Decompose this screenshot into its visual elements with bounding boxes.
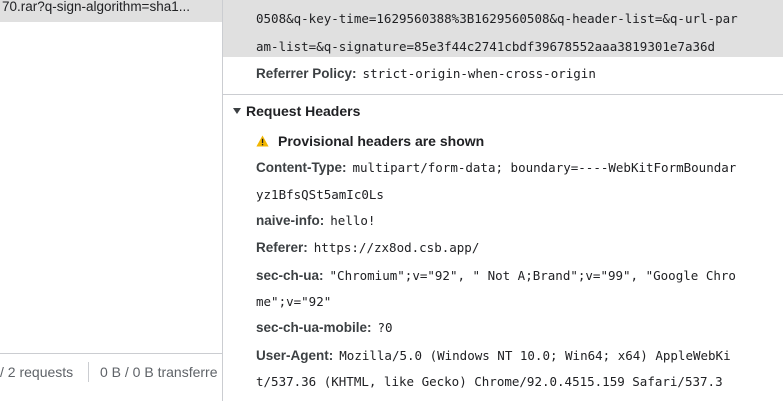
header-value-continuation: t/537.36 (KHTML, like Gecko) Chrome/92.0… (256, 374, 723, 389)
header-key: Content-Type: (256, 160, 347, 175)
request-count: / 2 requests (0, 364, 74, 380)
request-url-value[interactable]: 0508&q-key-time=1629560388%3B1629560508&… (223, 0, 783, 57)
header-key: naive-info: (256, 213, 325, 228)
triangle-down-icon (233, 108, 241, 114)
request-headers-title: Request Headers (246, 103, 361, 119)
header-key: Referer: (256, 240, 308, 255)
header-value-continuation: me";v="92" (256, 294, 332, 309)
header-row-naive-info: naive-info: hello! (256, 213, 375, 228)
header-key: sec-ch-ua: (256, 268, 324, 283)
header-key: User-Agent: (256, 348, 334, 363)
request-list-pane: 70.rar?q-sign-algorithm=sha1... / 2 requ… (0, 0, 223, 401)
status-divider (88, 362, 89, 382)
header-value: multipart/form-data; boundary=----WebKit… (352, 160, 737, 175)
network-status-bar: / 2 requests 0 B / 0 B transferre (0, 353, 222, 391)
header-value: https://zx8od.csb.app/ (313, 240, 480, 255)
provisional-headers-notice: Provisional headers are shown (256, 133, 484, 150)
header-row-sec-ch-ua-mobile: sec-ch-ua-mobile: ?0 (256, 320, 393, 335)
referrer-policy-row: Referrer Policy: strict-origin-when-cross… (256, 66, 596, 81)
header-value: hello! (330, 213, 376, 228)
header-value: Mozilla/5.0 (Windows NT 10.0; Win64; x64… (339, 348, 731, 363)
referrer-policy-label: Referrer Policy: (256, 66, 357, 81)
header-row-referer: Referer: https://zx8od.csb.app/ (256, 240, 479, 255)
request-details-pane: 0508&q-key-time=1629560388%3B1629560508&… (223, 0, 783, 401)
referrer-policy-value: strict-origin-when-cross-origin (362, 66, 596, 81)
section-divider (223, 94, 783, 95)
provisional-headers-text: Provisional headers are shown (278, 133, 485, 149)
devtools-network-panel: 70.rar?q-sign-algorithm=sha1... / 2 requ… (0, 0, 783, 401)
request-headers-toggle[interactable]: Request Headers (233, 103, 360, 119)
header-row-user-agent: User-Agent: Mozilla/5.0 (Windows NT 10.0;… (256, 348, 731, 363)
url-line-2: am-list=&q-signature=85e3f44c2741cbdf396… (256, 39, 716, 54)
header-row-sec-ch-ua: sec-ch-ua: "Chromium";v="92", " Not A;Bra… (256, 268, 736, 283)
warning-icon (256, 134, 269, 150)
request-row-selected[interactable]: 70.rar?q-sign-algorithm=sha1... (0, 0, 222, 22)
transferred-size: 0 B / 0 B transferre (100, 364, 218, 380)
header-value-continuation: yz1BfsQSt5amIc0Ls (256, 187, 384, 202)
request-row-name: 70.rar?q-sign-algorithm=sha1... (2, 0, 190, 14)
header-value: ?0 (377, 320, 393, 335)
header-row-content-type: Content-Type: multipart/form-data; bounda… (256, 160, 736, 175)
header-key: sec-ch-ua-mobile: (256, 320, 372, 335)
url-line-1: 0508&q-key-time=1629560388%3B1629560508&… (256, 11, 738, 26)
header-value: "Chromium";v="92", " Not A;Brand";v="99"… (329, 268, 736, 283)
